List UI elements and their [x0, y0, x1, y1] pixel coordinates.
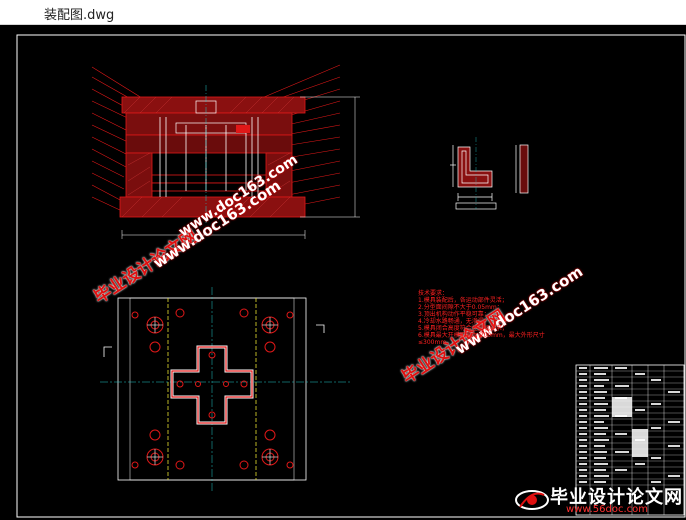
- window-title: 装配图.dwg: [44, 8, 115, 23]
- technical-notes: 技术要求： 1.模具装配后，各运动部件灵活； 2.分型面间隙不大于0.05mm；…: [418, 290, 545, 346]
- logo-icon: [515, 490, 549, 510]
- drawing-canvas[interactable]: 毕业设计论文网 www.doc163.com 毕业设计论文网 www.doc16…: [0, 25, 686, 520]
- note-line: ≤300mm: [418, 339, 447, 346]
- note-line: 1.模具装配后，各运动部件灵活；: [418, 297, 508, 304]
- note-line: 5.模具闭合高度符合注塑机要求；: [418, 325, 508, 332]
- note-line: 6.模具最大开模距离为 200mm，最大外形尺寸: [418, 332, 545, 339]
- site-logo: 毕业设计论文网 www.56doc.com: [512, 485, 686, 519]
- note-line: 3.顶出机构动作平稳可靠；: [418, 311, 490, 318]
- note-line: 2.分型面间隙不大于0.05mm；: [418, 304, 503, 311]
- window-title-bar: 装配图.dwg: [0, 0, 686, 25]
- note-line: 技术要求：: [418, 290, 449, 297]
- part-detail-view: [450, 137, 529, 210]
- plan-view: [100, 287, 350, 493]
- logo-url-text: www.56doc.com: [566, 504, 649, 515]
- note-line: 4.冷却水路畅通，无渗漏；: [418, 318, 490, 325]
